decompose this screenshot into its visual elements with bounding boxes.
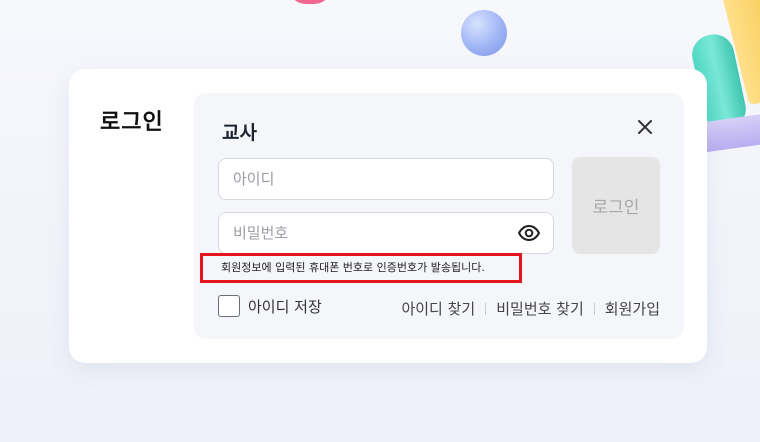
- account-links: 아이디 찾기 비밀번호 찾기 회원가입: [401, 298, 660, 319]
- find-password-link[interactable]: 비밀번호 찾기: [496, 298, 584, 319]
- link-divider: [485, 302, 487, 315]
- login-card-title: 로그인: [100, 110, 164, 135]
- password-input[interactable]: [218, 212, 554, 254]
- close-icon: [638, 120, 652, 134]
- remember-id-label: 아이디 저장: [248, 297, 322, 316]
- eye-icon: [518, 225, 540, 241]
- show-password-button[interactable]: [517, 221, 541, 245]
- id-input[interactable]: [218, 158, 554, 200]
- decorative-blue-sphere: [461, 10, 507, 56]
- find-id-link[interactable]: 아이디 찾기: [401, 298, 475, 319]
- auth-notice: 회원정보에 입력된 휴대폰 번호로 인증번호가 발송됩니다.: [200, 253, 522, 283]
- panel-title: 교사: [222, 122, 257, 144]
- link-divider: [593, 302, 595, 315]
- remember-id-toggle[interactable]: 아이디 저장: [218, 295, 322, 317]
- signup-link[interactable]: 회원가입: [605, 298, 660, 319]
- decorative-pink-shape: [288, 0, 332, 4]
- remember-id-checkbox[interactable]: [218, 295, 240, 317]
- close-button[interactable]: [634, 116, 656, 138]
- login-button[interactable]: 로그인: [572, 157, 660, 254]
